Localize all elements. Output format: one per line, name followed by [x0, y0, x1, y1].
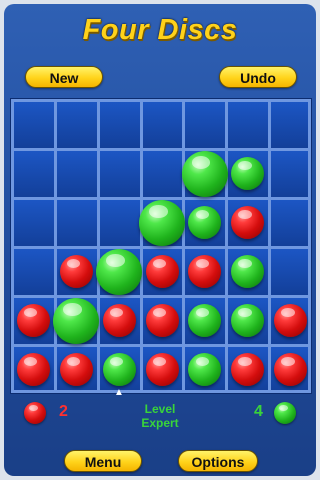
- options-button[interactable]: Options: [178, 450, 258, 472]
- green-disc: [53, 297, 100, 344]
- red-disc: [274, 353, 308, 386]
- board-cell[interactable]: [185, 102, 226, 148]
- board-cell[interactable]: [142, 151, 183, 197]
- board-cell[interactable]: [14, 249, 54, 295]
- red-disc: [16, 353, 50, 386]
- board-cell[interactable]: [14, 151, 54, 197]
- red-disc: [59, 255, 93, 288]
- green-disc: [181, 150, 228, 197]
- app-window: Four Discs New Undo ▲ 2 Level Expert 4 M…: [0, 0, 320, 480]
- red-disc-icon: [24, 402, 46, 424]
- red-disc: [145, 353, 179, 386]
- red-disc: [102, 304, 136, 337]
- board-cell[interactable]: [142, 102, 183, 148]
- level-label: Level: [144, 402, 176, 416]
- red-score: 2: [59, 403, 68, 420]
- grid-line: [11, 148, 311, 151]
- green-disc: [231, 304, 265, 337]
- grid-line: [11, 390, 311, 393]
- board-cell[interactable]: [99, 200, 140, 246]
- menu-button[interactable]: Menu: [64, 450, 142, 472]
- board-cell[interactable]: [271, 200, 311, 246]
- red-disc: [274, 304, 308, 337]
- red-disc: [16, 304, 50, 337]
- board-cell[interactable]: [228, 102, 269, 148]
- game-frame: Four Discs New Undo ▲ 2 Level Expert 4 M…: [4, 4, 316, 476]
- red-disc: [231, 206, 265, 239]
- green-score: 4: [254, 403, 263, 420]
- board-cell[interactable]: [99, 151, 140, 197]
- grid-line: [11, 295, 311, 298]
- board-cell[interactable]: [271, 102, 311, 148]
- arrow-up-icon: ▲: [114, 387, 124, 398]
- board-cell[interactable]: [271, 151, 311, 197]
- green-disc: [96, 248, 143, 295]
- board-cell[interactable]: [56, 200, 97, 246]
- level-value: Expert: [141, 416, 179, 430]
- red-disc: [145, 304, 179, 337]
- board-cell[interactable]: [271, 249, 311, 295]
- board-cell[interactable]: [99, 102, 140, 148]
- red-disc: [59, 353, 93, 386]
- board-cell[interactable]: [14, 200, 54, 246]
- red-disc: [231, 353, 265, 386]
- green-disc: [231, 157, 265, 190]
- green-disc: [231, 255, 265, 288]
- green-disc: [139, 199, 185, 246]
- board-cell[interactable]: [56, 102, 97, 148]
- undo-button[interactable]: Undo: [219, 66, 297, 88]
- red-disc: [145, 255, 179, 288]
- game-title: Four Discs: [82, 14, 238, 46]
- new-button[interactable]: New: [25, 66, 103, 88]
- game-board[interactable]: [10, 98, 312, 394]
- grid-line: [11, 99, 311, 102]
- green-disc-icon: [274, 402, 296, 424]
- board-cell[interactable]: [14, 102, 54, 148]
- grid-line: [11, 246, 311, 249]
- green-disc: [102, 353, 136, 386]
- board-cell[interactable]: [56, 151, 97, 197]
- grid-line: [11, 344, 311, 347]
